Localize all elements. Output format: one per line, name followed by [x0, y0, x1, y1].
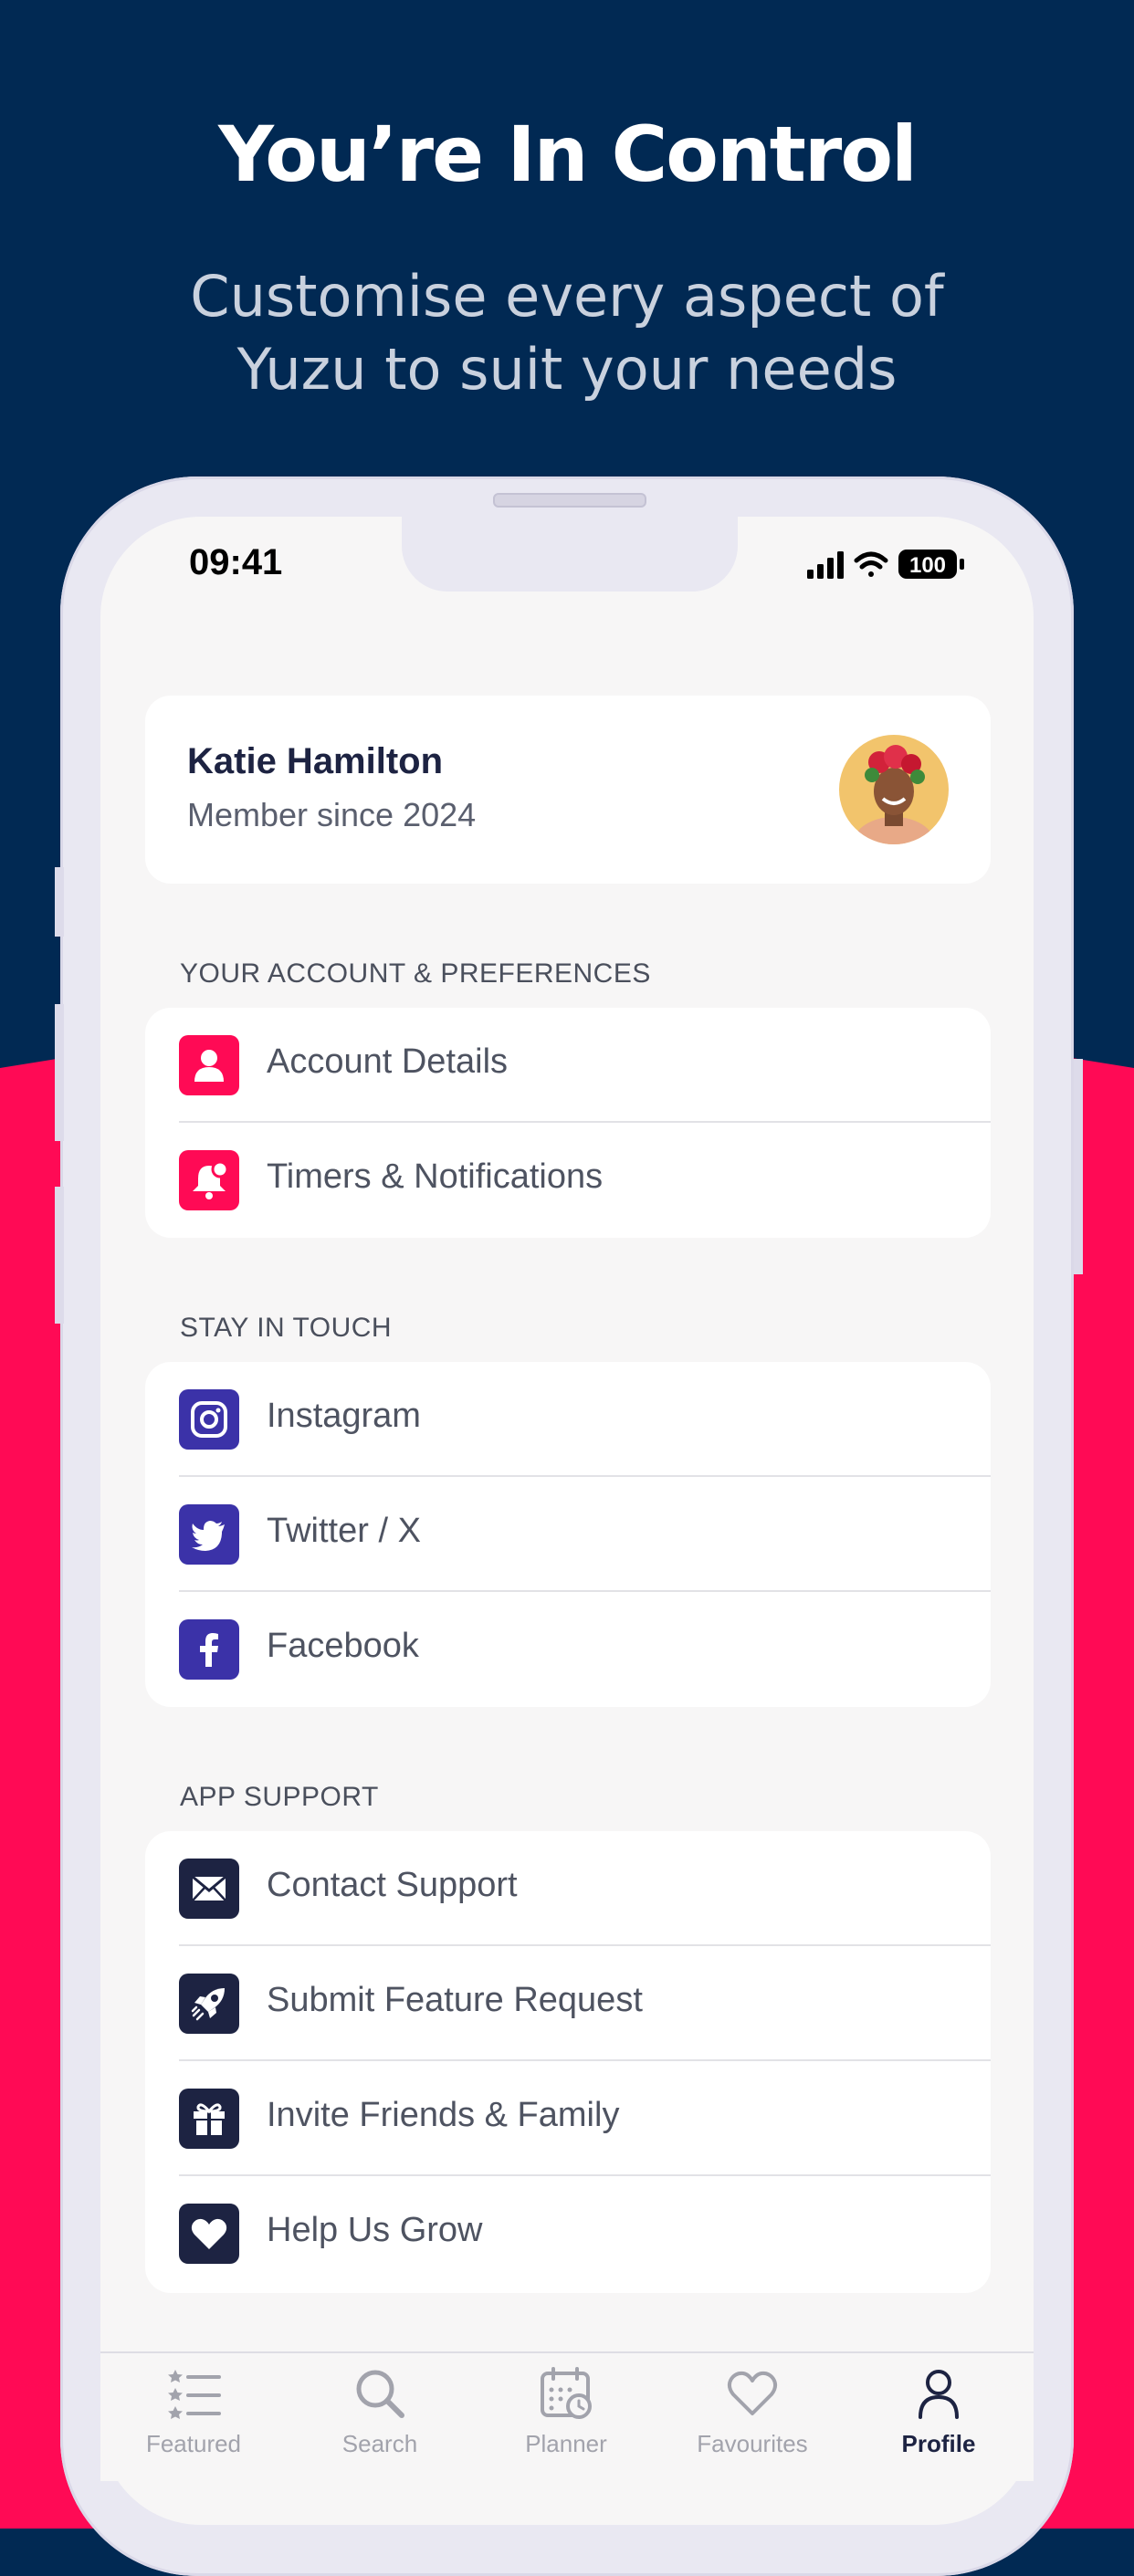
tab-favourites-label: Favourites: [697, 2430, 808, 2457]
person-icon: [179, 1035, 239, 1095]
status-time: 09:41: [189, 542, 283, 582]
tab-featured-label: Featured: [145, 2430, 242, 2457]
heart-outline-icon: [727, 2371, 778, 2415]
tab-search[interactable]: Search: [287, 2353, 473, 2457]
hero-subtitle: Customise every aspect of Yuzu to suit y…: [137, 260, 997, 406]
phone-mute-switch: [55, 867, 64, 937]
timers-notifications-label: Timers & Notifications: [267, 1157, 604, 1196]
stay-in-touch-card: Instagram Twitter / X Facebook: [145, 1362, 991, 1707]
phone-power-button: [1074, 1059, 1083, 1274]
timers-notifications-row[interactable]: Timers & Notifications: [145, 1123, 991, 1238]
help-us-grow-row[interactable]: Help Us Grow: [145, 2176, 991, 2291]
hero-subtitle-line1: Customise every aspect of: [190, 263, 944, 330]
tab-profile[interactable]: Profile: [845, 2353, 1032, 2457]
submit-feature-request-label: Submit Feature Request: [267, 1981, 643, 2019]
contact-support-label: Contact Support: [267, 1866, 518, 1904]
help-us-grow-label: Help Us Grow: [267, 2211, 483, 2249]
phone-speaker: [493, 493, 646, 508]
account-preferences-card: Account Details Timers & Notifications: [145, 1008, 991, 1238]
profile-card[interactable]: Katie Hamilton Member since 2024: [145, 696, 991, 884]
rocket-icon: [179, 1974, 239, 2034]
tab-bar: Featured Search Planner Favourites Profi…: [100, 2351, 1034, 2481]
facebook-row[interactable]: Facebook: [145, 1592, 991, 1707]
facebook-icon: [179, 1619, 239, 1680]
featured-list-icon: [168, 2370, 221, 2419]
phone-volume-up: [55, 1004, 64, 1141]
battery-icon: 100: [898, 550, 964, 579]
envelope-icon: [179, 1859, 239, 1919]
tab-featured[interactable]: Featured: [100, 2353, 287, 2457]
contact-support-row[interactable]: Contact Support: [145, 1831, 991, 1946]
search-icon: [356, 2370, 404, 2418]
profile-name: Katie Hamilton: [187, 741, 444, 781]
status-icons: 100: [807, 550, 964, 579]
submit-feature-request-row[interactable]: Submit Feature Request: [145, 1946, 991, 2061]
facebook-label: Facebook: [267, 1627, 419, 1665]
tab-favourites[interactable]: Favourites: [659, 2353, 845, 2457]
hero-subtitle-line2: Yuzu to suit your needs: [236, 336, 898, 403]
invite-friends-label: Invite Friends & Family: [267, 2096, 620, 2134]
twitter-icon: [179, 1504, 239, 1565]
wifi-icon: [854, 551, 888, 577]
person-outline-icon: [919, 2370, 959, 2419]
instagram-icon: [179, 1389, 239, 1450]
account-details-row[interactable]: Account Details: [145, 1008, 991, 1123]
instagram-label: Instagram: [267, 1397, 421, 1435]
tab-search-label: Search: [341, 2430, 418, 2457]
hero-title: You’re In Control: [218, 110, 918, 199]
heart-icon: [179, 2204, 239, 2264]
tab-profile-label: Profile: [901, 2430, 976, 2457]
avatar[interactable]: [839, 735, 949, 844]
twitter-label: Twitter / X: [267, 1512, 421, 1550]
tab-planner-label: Planner: [525, 2430, 607, 2457]
phone-volume-down: [55, 1187, 64, 1324]
calendar-icon: [541, 2367, 592, 2419]
section-title-account: YOUR ACCOUNT & PREFERENCES: [180, 958, 651, 989]
section-title-stay-in-touch: STAY IN TOUCH: [180, 1313, 393, 1343]
gift-icon: [179, 2089, 239, 2149]
twitter-row[interactable]: Twitter / X: [145, 1477, 991, 1592]
instagram-row[interactable]: Instagram: [145, 1362, 991, 1477]
section-title-app-support: APP SUPPORT: [180, 1782, 379, 1812]
invite-friends-row[interactable]: Invite Friends & Family: [145, 2061, 991, 2176]
profile-member-since: Member since 2024: [187, 796, 477, 833]
tab-planner[interactable]: Planner: [473, 2353, 659, 2457]
app-support-card: Contact Support Submit Feature Request I…: [145, 1831, 991, 2293]
phone-notch: [402, 517, 738, 592]
battery-level: 100: [909, 553, 946, 578]
account-details-label: Account Details: [267, 1042, 509, 1081]
bell-icon: [179, 1150, 239, 1210]
signal-icon: [807, 551, 844, 579]
